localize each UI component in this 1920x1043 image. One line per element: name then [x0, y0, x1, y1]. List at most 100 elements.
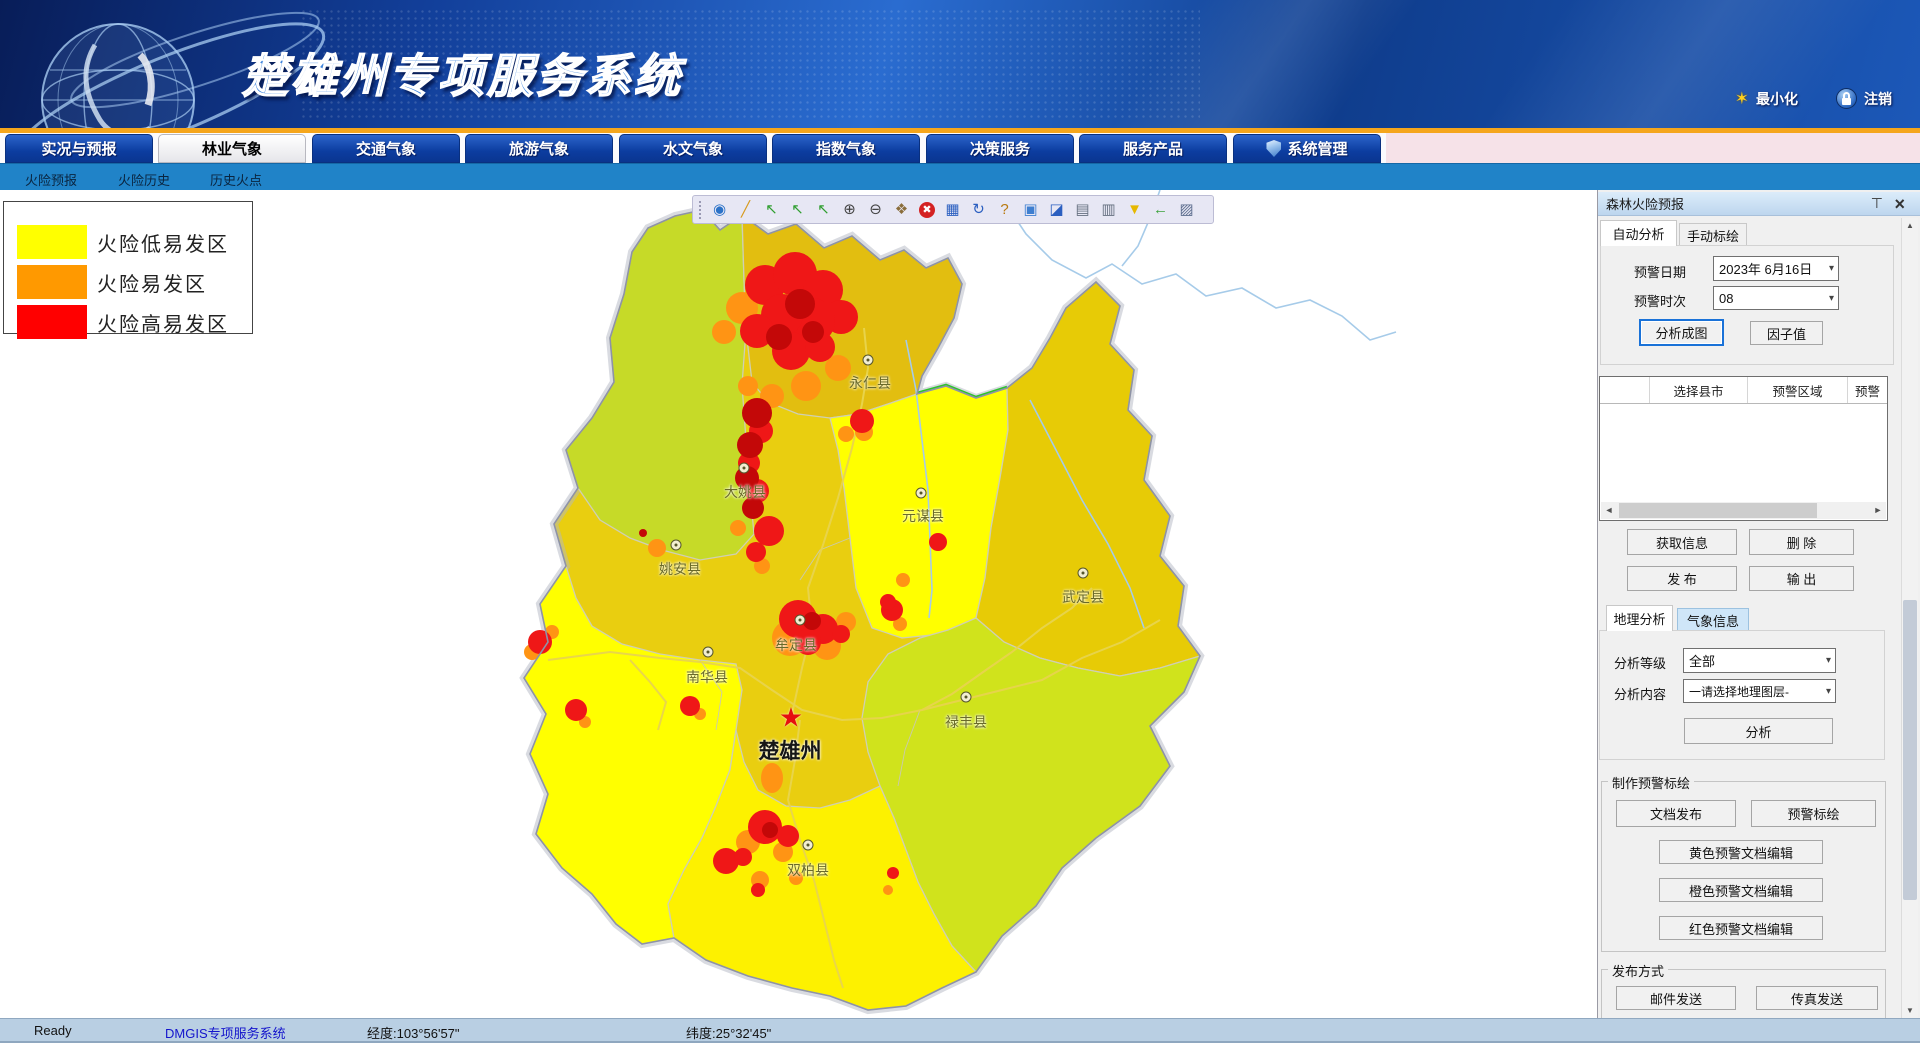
legend-label: 火险高易发区: [97, 308, 229, 337]
tab-traffic-weather[interactable]: 交通气象: [312, 134, 460, 163]
warning-plot-button[interactable]: 预警标绘: [1751, 800, 1876, 827]
publish-button[interactable]: 发 布: [1627, 566, 1737, 591]
subnav-fire-history[interactable]: 火险历史: [118, 170, 170, 189]
toolbar-grip[interactable]: [699, 201, 703, 219]
email-send-button[interactable]: 邮件发送: [1616, 986, 1736, 1010]
get-info-button[interactable]: 获取信息: [1627, 529, 1737, 555]
back-icon[interactable]: ←: [1152, 201, 1169, 218]
app-title: 楚雄州专项服务系统: [242, 40, 683, 106]
stop-icon[interactable]: ✖: [919, 202, 935, 218]
print-icon[interactable]: ▤: [1074, 201, 1091, 218]
yellow-warning-doc-button[interactable]: 黄色预警文档编辑: [1659, 840, 1823, 864]
scroll-left-icon[interactable]: ◄: [1601, 502, 1617, 519]
table-header-row: 选择县市 预警区域 预警: [1600, 377, 1887, 404]
page-refresh-icon[interactable]: ↻: [970, 201, 987, 218]
tab-label: 水文气象: [663, 138, 723, 159]
pin-icon[interactable]: ⊤: [1871, 195, 1883, 212]
scroll-down-icon[interactable]: ▼: [1902, 1003, 1918, 1018]
tab-decision-service[interactable]: 决策服务: [926, 134, 1074, 163]
red-warning-doc-button[interactable]: 红色预警文档编辑: [1659, 916, 1823, 940]
tab-weather-info[interactable]: 气象信息: [1677, 608, 1749, 631]
zoom-in-icon[interactable]: ⊕: [841, 201, 858, 218]
warning-date-label: 预警日期: [1634, 262, 1686, 281]
analyze-map-button[interactable]: 分析成图: [1639, 319, 1724, 346]
zoom-out-icon[interactable]: ⊖: [867, 201, 884, 218]
analyze-button[interactable]: 分析: [1684, 718, 1833, 744]
select-arrow-icon[interactable]: ↖: [789, 201, 806, 218]
identify-icon[interactable]: ?: [996, 201, 1013, 218]
scroll-thumb[interactable]: [1903, 600, 1917, 900]
analysis-content-select[interactable]: 一请选择地理图层- ▾: [1683, 679, 1836, 703]
select-lasso-icon[interactable]: ↖: [815, 201, 832, 218]
globe-icon[interactable]: ◉: [711, 201, 728, 218]
tab-index-weather[interactable]: 指数气象: [772, 134, 920, 163]
chart-window-icon[interactable]: ▦: [944, 201, 961, 218]
table-hscrollbar[interactable]: ◄ ►: [1601, 502, 1886, 519]
screenshot-icon[interactable]: ▣: [1022, 201, 1039, 218]
pan-icon[interactable]: ❖: [893, 201, 910, 218]
hscroll-thumb[interactable]: [1619, 503, 1817, 518]
warning-time-select[interactable]: 08 ▾: [1713, 286, 1839, 310]
warning-time-value: 08: [1719, 291, 1733, 306]
orange-warning-doc-button[interactable]: 橙色预警文档编辑: [1659, 878, 1823, 902]
warning-table[interactable]: 选择县市 预警区域 预警 ◄ ►: [1599, 376, 1888, 521]
status-bar: Ready DMGIS专项服务系统 经度:103°56'57" 纬度:25°32…: [0, 1018, 1920, 1043]
legend-label: 火险易发区: [97, 268, 207, 297]
main-tabs: 实况与预报 林业气象 交通气象 旅游气象 水文气象 指数气象 决策服务 服务产品…: [0, 133, 1920, 163]
tab-tourism-weather[interactable]: 旅游气象: [465, 134, 613, 163]
doc-publish-button[interactable]: 文档发布: [1616, 800, 1736, 827]
legend-item: 火险易发区: [17, 265, 207, 299]
map-area[interactable]: 永仁县元谋县大姚县姚安县武定县南华县牟定县禄丰县双柏县楚雄州★ 火险低易发区 火…: [0, 190, 1597, 1018]
warning-date-select[interactable]: 2023年 6月16日 ▾: [1713, 256, 1839, 281]
logout-button[interactable]: 注销: [1836, 88, 1892, 109]
minimize-button[interactable]: ✶ 最小化: [1735, 89, 1798, 109]
panel-scrollbar[interactable]: ▲ ▼: [1901, 218, 1918, 1018]
legend-swatch-high: [17, 305, 87, 339]
legend-label: 火险低易发区: [97, 228, 229, 257]
fax-send-button[interactable]: 传真发送: [1756, 986, 1878, 1010]
analysis-level-select[interactable]: 全部 ▾: [1683, 648, 1836, 673]
export-button[interactable]: 输 出: [1749, 566, 1854, 591]
status-latitude: 纬度:25°32'45": [686, 1023, 771, 1042]
layers-icon[interactable]: ◪: [1048, 201, 1065, 218]
subnav-historical-fire-points[interactable]: 历史火点: [210, 170, 262, 189]
tab-system-management[interactable]: 系统管理: [1233, 134, 1381, 163]
forest-fire-forecast-panel: 森林火险预报 ⊤ × ▲ ▼ 自动分析 手动标绘 预警日期 2023年 6月16…: [1597, 190, 1920, 1018]
scroll-up-icon[interactable]: ▲: [1902, 218, 1918, 233]
app-header: 楚雄州专项服务系统 ✶ 最小化 注销: [0, 0, 1920, 128]
minimize-icon: ✶: [1735, 90, 1749, 107]
factor-value-button[interactable]: 因子值: [1750, 321, 1823, 345]
tab-hydrology-weather[interactable]: 水文气象: [619, 134, 767, 163]
pin-marker-icon[interactable]: ▼: [1126, 201, 1143, 218]
tab-service-products[interactable]: 服务产品: [1079, 134, 1227, 163]
analysis-level-value: 全部: [1689, 651, 1715, 670]
tab-geo-analysis[interactable]: 地理分析: [1606, 605, 1673, 631]
tab-manual-plot[interactable]: 手动标绘: [1679, 223, 1747, 246]
lock-icon: [1836, 88, 1857, 109]
warning-date-value: 2023年 6月16日: [1719, 259, 1812, 278]
table-header-county: 选择县市: [1650, 377, 1748, 403]
tab-label: 决策服务: [970, 138, 1030, 159]
export-map-icon[interactable]: ▨: [1178, 201, 1195, 218]
select-circle-icon[interactable]: ↖: [763, 201, 780, 218]
window-controls: ✶ 最小化 注销: [1735, 88, 1892, 109]
legend-item: 火险高易发区: [17, 305, 229, 339]
tab-label: 旅游气象: [509, 138, 569, 159]
tab-label: 实况与预报: [41, 138, 116, 159]
table-header-warning: 预警: [1848, 377, 1887, 403]
ruler-icon[interactable]: ╱: [737, 201, 754, 218]
analysis-level-label: 分析等级: [1614, 653, 1666, 672]
tab-label: 服务产品: [1123, 138, 1183, 159]
tab-auto-analysis[interactable]: 自动分析: [1600, 220, 1677, 246]
scroll-right-icon[interactable]: ►: [1870, 502, 1886, 519]
chevron-down-icon: ▾: [1829, 263, 1834, 274]
subnav-fire-forecast[interactable]: 火险预报: [25, 170, 77, 189]
print-preview-icon[interactable]: ▥: [1100, 201, 1117, 218]
tab-live-forecast[interactable]: 实况与预报: [5, 134, 153, 163]
plot-group-label: 制作预警标绘: [1608, 773, 1694, 792]
status-system-link[interactable]: DMGIS专项服务系统: [165, 1023, 286, 1042]
close-icon[interactable]: ×: [1894, 194, 1905, 215]
minimize-label: 最小化: [1756, 89, 1798, 109]
tab-forestry-weather[interactable]: 林业气象: [158, 134, 306, 163]
delete-button[interactable]: 删 除: [1749, 529, 1854, 555]
